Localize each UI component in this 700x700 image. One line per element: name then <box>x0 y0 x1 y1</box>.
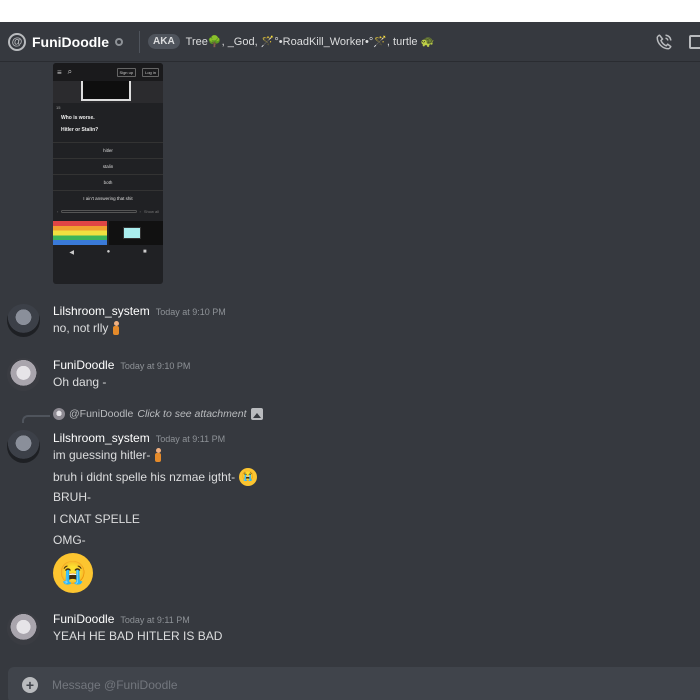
message-line: OMG- <box>53 533 86 547</box>
header-divider <box>139 30 140 53</box>
image-icon <box>250 408 263 420</box>
message-text: I CNAT SPELLE <box>53 512 140 526</box>
message-header: FuniDoodle Today at 9:11 PM <box>53 612 190 626</box>
reply-mention[interactable]: @FuniDoodle <box>69 408 133 420</box>
author-name[interactable]: FuniDoodle <box>53 358 114 372</box>
message-line: I CNAT SPELLE <box>53 512 140 526</box>
attachment-scrollbar: ‹ › Show all <box>57 209 159 214</box>
attachment-question-line2: Hitler or Stalin? <box>61 127 99 133</box>
avatar[interactable] <box>7 304 40 337</box>
message-line: im guessing hitler- <box>53 448 162 462</box>
status-indicator <box>115 37 123 46</box>
aka-badge: AKA <box>148 34 180 49</box>
reply-text[interactable]: Click to see attachment <box>137 408 246 420</box>
home-icon: ● <box>106 249 111 255</box>
message-composer: + <box>8 667 700 700</box>
message-header: Lilshroom_system Today at 9:11 PM <box>53 431 225 445</box>
attachment-thumbnails <box>53 221 163 245</box>
timestamp: Today at 9:11 PM <box>120 615 190 625</box>
author-name[interactable]: FuniDoodle <box>53 612 114 626</box>
back-icon: ◀ <box>69 249 74 256</box>
message-line: Oh dang - <box>53 375 106 389</box>
timestamp: Today at 9:11 PM <box>155 434 226 444</box>
message-line: no, not rlly <box>53 321 120 335</box>
poll-option: hitler <box>53 142 163 158</box>
message-header: Lilshroom_system Today at 9:10 PM <box>53 304 226 318</box>
author-name[interactable]: Lilshroom_system <box>53 431 150 445</box>
message-text: OMG- <box>53 533 86 547</box>
at-sign-icon: @ <box>8 32 26 51</box>
attachment-login: Log in <box>142 67 159 77</box>
poll-option: I ain't answering that shit <box>53 190 163 206</box>
message-text: BRUH- <box>53 490 91 504</box>
search-icon: ⌕ <box>67 67 73 76</box>
attachment-show-all: Show all <box>143 209 159 214</box>
poll-option: stalin <box>53 158 163 174</box>
reply-avatar <box>53 408 65 420</box>
avatar[interactable] <box>7 612 40 645</box>
add-attachment-icon[interactable]: + <box>22 677 38 693</box>
recents-icon: ■ <box>143 249 147 255</box>
tv-thumbnail <box>109 221 163 245</box>
rainbow-thumbnail <box>53 221 107 245</box>
call-icon[interactable] <box>655 33 673 51</box>
message-text: bruh i didnt spelle his nzmae igtht- <box>53 470 236 484</box>
crying-face-emoji-icon: 😭 <box>239 468 258 486</box>
channel-header: @ FuniDoodle AKA Tree🌳, _God, 🪄°•RoadKil… <box>0 22 700 62</box>
timestamp: Today at 9:10 PM <box>120 361 191 371</box>
attachment-question-line1: Who is worse. <box>61 115 95 121</box>
message-line: BRUH- <box>53 490 91 504</box>
poll-option: both <box>53 174 163 190</box>
message-text: Oh dang - <box>53 375 107 389</box>
message-line: YEAH HE BAD HITLER IS BAD <box>53 629 222 643</box>
aka-names: Tree🌳, _God, 🪄°•RoadKill_Worker•°🪄, turt… <box>185 36 435 48</box>
reply-preview[interactable]: @FuniDoodle Click to see attachment <box>53 408 263 420</box>
dm-window: @ FuniDoodle AKA Tree🌳, _God, 🪄°•RoadKil… <box>0 22 700 700</box>
attachment-signup: Sign up <box>116 67 137 77</box>
message-text: YEAH HE BAD HITLER IS BAD <box>53 629 223 643</box>
avatar[interactable] <box>7 430 40 463</box>
timestamp: Today at 9:10 PM <box>155 307 226 317</box>
message-header: FuniDoodle Today at 9:10 PM <box>53 358 190 372</box>
message-line: bruh i didnt spelle his nzmae igtht- 😭 <box>53 468 258 486</box>
message-text: im guessing hitler- <box>53 448 151 462</box>
author-name[interactable]: Lilshroom_system <box>53 304 150 318</box>
image-attachment[interactable]: ≡ ⌕ Sign up Log in 15 Who is worse. Hitl… <box>53 63 163 284</box>
attachment-number: 15 <box>56 105 61 110</box>
message-input[interactable] <box>52 678 452 692</box>
android-nav-bar: ◀ ● ■ <box>53 245 163 259</box>
crying-face-emoji-icon: 😭 <box>53 553 93 593</box>
attachment-header-image <box>53 81 163 103</box>
channel-name: FuniDoodle <box>32 33 109 50</box>
attachment-topbar: ≡ ⌕ Sign up Log in <box>53 63 163 81</box>
person-emoji-icon <box>112 321 120 335</box>
reply-connector <box>22 415 50 423</box>
video-call-icon[interactable] <box>689 35 700 49</box>
message-text: no, not rlly <box>53 321 109 335</box>
avatar[interactable] <box>7 358 40 391</box>
person-emoji-icon <box>154 448 162 462</box>
menu-icon: ≡ <box>57 67 62 77</box>
